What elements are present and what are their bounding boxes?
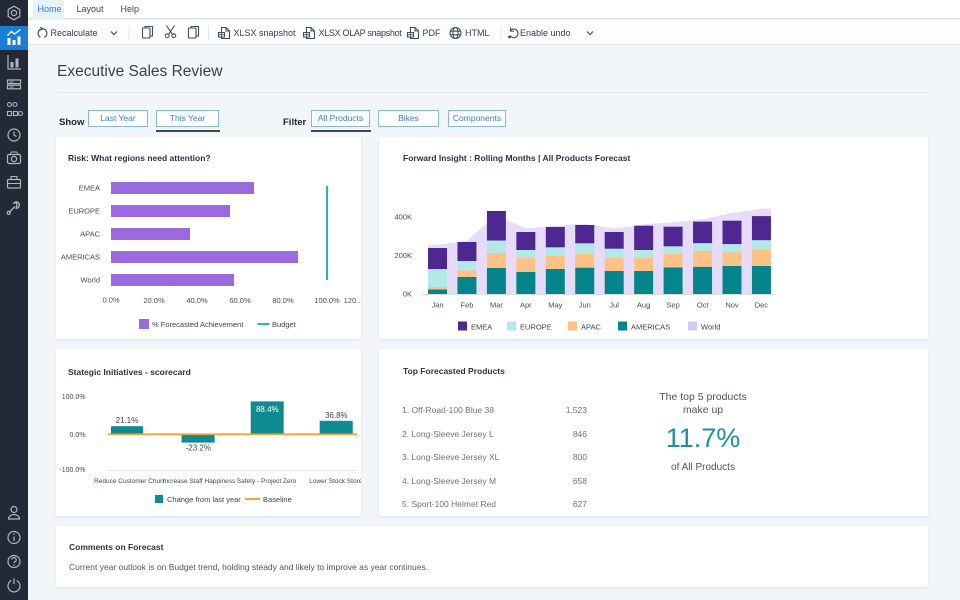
- svg-text:21.1%: 21.1%: [116, 416, 139, 425]
- svg-text:Aug: Aug: [637, 301, 650, 310]
- svg-text:APAC: APAC: [581, 323, 601, 332]
- svg-text:May: May: [548, 301, 562, 310]
- svg-text:-23.2%: -23.2%: [186, 444, 211, 453]
- svg-text:EMEA: EMEA: [79, 184, 100, 193]
- svg-text:Stategic Initiatives - scoreca: Stategic Initiatives - scorecard: [68, 367, 191, 377]
- svg-text:Baseline: Baseline: [263, 495, 292, 504]
- svg-text:XLSX OLAP snapshot: XLSX OLAP snapshot: [319, 28, 403, 38]
- svg-text:Dec: Dec: [755, 301, 769, 310]
- svg-text:200K: 200K: [394, 251, 412, 260]
- svg-text:HTML: HTML: [465, 28, 490, 38]
- svg-text:APAC: APAC: [80, 230, 100, 239]
- svg-text:80.0%: 80.0%: [272, 296, 294, 305]
- svg-text:Enable undo: Enable undo: [520, 28, 571, 38]
- svg-text:World: World: [701, 323, 720, 332]
- svg-text:Increase Staff Happiness: Increase Staff Happiness: [163, 478, 236, 485]
- svg-text:Reduce Customer Churn: Reduce Customer Churn: [94, 478, 166, 485]
- svg-text:Oct: Oct: [697, 301, 710, 310]
- svg-text:36.8%: 36.8%: [325, 411, 348, 420]
- svg-text:Jul: Jul: [609, 301, 619, 310]
- svg-text:Safety - Project Zero: Safety - Project Zero: [237, 478, 297, 485]
- svg-text:Lower Stock Store: Lower Stock Store: [309, 478, 361, 485]
- svg-text:XLSX snapshot: XLSX snapshot: [234, 28, 297, 38]
- svg-text:PDF: PDF: [423, 28, 442, 38]
- svg-text:400K: 400K: [394, 212, 412, 221]
- svg-text:AMERICAS: AMERICAS: [631, 323, 670, 332]
- svg-text:Feb: Feb: [461, 301, 474, 310]
- svg-text:Forward Insight : Rolling Mont: Forward Insight : Rolling Months | All P…: [403, 153, 630, 163]
- svg-text:World: World: [81, 276, 100, 285]
- svg-text:AMERICAS: AMERICAS: [61, 253, 100, 262]
- svg-text:Apr: Apr: [520, 301, 532, 310]
- svg-text:40.0%: 40.0%: [186, 296, 208, 305]
- svg-text:120...: 120...: [344, 296, 361, 305]
- svg-text:Jan: Jan: [431, 300, 443, 309]
- svg-text:0K: 0K: [403, 290, 412, 299]
- svg-text:0.0%: 0.0%: [70, 432, 86, 439]
- svg-text:EUROPE: EUROPE: [68, 207, 100, 216]
- svg-text:Mar: Mar: [490, 301, 503, 310]
- svg-text:-100.0%: -100.0%: [59, 467, 85, 474]
- svg-text:Sep: Sep: [666, 301, 679, 310]
- svg-text:Jun: Jun: [579, 301, 591, 310]
- svg-text:100.0%: 100.0%: [62, 394, 86, 401]
- svg-text:EUROPE: EUROPE: [520, 323, 552, 332]
- svg-text:Recalculate: Recalculate: [51, 28, 98, 38]
- svg-text:EMEA: EMEA: [471, 323, 492, 332]
- svg-text:20.0%: 20.0%: [143, 296, 165, 305]
- svg-text:0.0%: 0.0%: [102, 296, 119, 305]
- svg-text:Nov: Nov: [725, 301, 739, 310]
- svg-text:100.0%: 100.0%: [314, 296, 340, 305]
- svg-text:% Forecasted Achievement: % Forecasted Achievement: [152, 320, 244, 329]
- svg-text:Budget: Budget: [272, 320, 297, 329]
- svg-text:60.0%: 60.0%: [229, 296, 251, 305]
- svg-text:Change from last year: Change from last year: [167, 495, 241, 504]
- svg-text:88.4%: 88.4%: [256, 405, 279, 414]
- svg-text:Risk: What regions need attent: Risk: What regions need attention?: [68, 153, 211, 163]
